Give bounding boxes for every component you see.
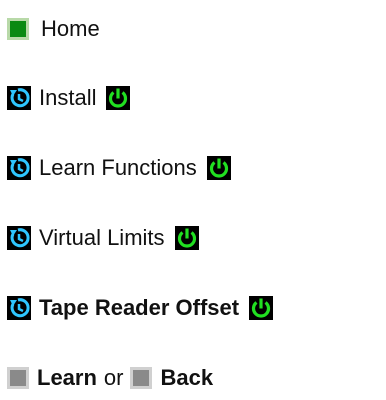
menu-item-tape-reader-offset[interactable]: Tape Reader Offset <box>7 292 274 324</box>
gray-square-icon <box>7 367 29 389</box>
menu-item-label: Virtual Limits <box>39 225 165 250</box>
menu-item-virtual-limits[interactable]: Virtual Limits <box>7 222 199 254</box>
home-label: Home <box>41 16 100 41</box>
back-action[interactable]: Back <box>130 365 213 391</box>
menu-item-learn-functions[interactable]: Learn Functions <box>7 152 231 184</box>
power-icon <box>249 296 274 320</box>
cycle-icon <box>7 86 31 110</box>
menu-item-label: Learn Functions <box>39 155 197 180</box>
cycle-icon <box>7 296 31 320</box>
gray-square-icon <box>130 367 153 389</box>
cycle-icon <box>7 226 31 250</box>
power-icon <box>174 226 199 250</box>
actions-row: Learn or Back <box>7 362 213 394</box>
menu-item-install[interactable]: Install <box>7 82 131 114</box>
menu-item-label: Tape Reader Offset <box>39 295 240 320</box>
learn-label: Learn <box>37 365 97 390</box>
power-icon <box>206 156 231 180</box>
home-row[interactable]: Home <box>7 13 100 45</box>
back-label: Back <box>160 365 214 390</box>
separator-text: or <box>103 365 124 390</box>
green-square-icon <box>7 18 29 40</box>
menu-item-label: Install <box>39 85 97 110</box>
cycle-icon <box>7 156 31 180</box>
power-icon <box>106 86 131 110</box>
learn-action[interactable]: Learn <box>7 365 97 391</box>
